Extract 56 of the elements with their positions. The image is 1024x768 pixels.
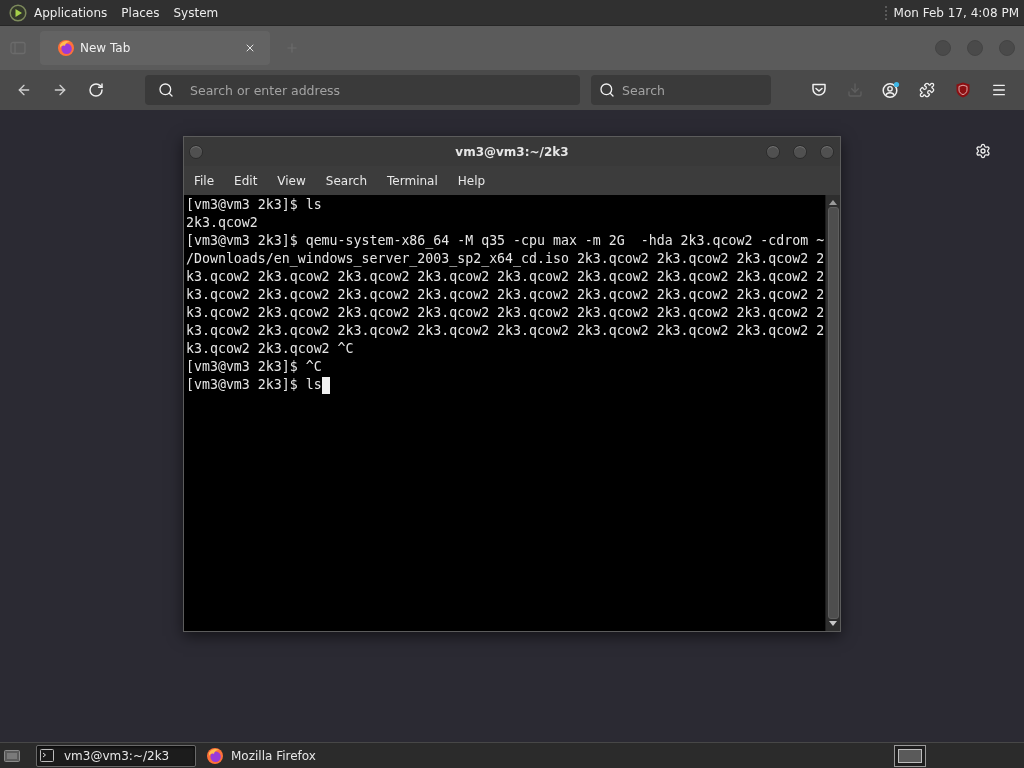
menu-item[interactable]: Help	[447, 168, 496, 193]
workspace-icon	[898, 748, 922, 763]
terminal-line: [vm3@vm3 2k3]$ ls	[186, 196, 322, 214]
desktop-icon	[4, 747, 20, 764]
menu-icon	[991, 82, 1007, 98]
terminal-line: k3.qcow2 2k3.qcow2 2k3.qcow2 2k3.qcow2 2k3.qcow2 2k3.qcow2 2k3.qcow2 2k3.qcow2 2	[186, 322, 825, 340]
browser-tab[interactable]: New Tab	[40, 31, 270, 65]
menu-item[interactable]: Terminal	[377, 168, 448, 193]
forward-arrow-icon	[52, 82, 68, 98]
minimize-button[interactable]	[766, 144, 780, 159]
terminal-line: [vm3@vm3 2k3]$ ^C	[186, 358, 322, 376]
scrollbar-thumb[interactable]	[827, 207, 839, 619]
scrollbar[interactable]	[825, 195, 840, 631]
settings-icon	[975, 143, 991, 159]
terminal-line: [vm3@vm3 2k3]$ ls	[186, 376, 322, 394]
account-icon	[882, 81, 900, 99]
taskbar-label: vm3@vm3:~/2k3	[64, 747, 170, 765]
firefox-icon	[207, 747, 223, 764]
clock[interactable]: Mon Feb 17, 4:08 PM	[893, 3, 1019, 22]
reload-icon	[88, 82, 104, 98]
taskbar-button[interactable]: Mozilla Firefox	[205, 744, 370, 767]
scroll-up-icon[interactable]	[829, 200, 837, 205]
close-button[interactable]	[820, 144, 834, 159]
search-field[interactable]: Search	[591, 75, 771, 105]
close-icon	[244, 42, 256, 54]
panel-menu[interactable]: System	[167, 1, 225, 24]
panel-menu[interactable]: Places	[115, 1, 166, 24]
tab-title: New Tab	[80, 40, 132, 57]
search-icon	[158, 82, 174, 98]
terminal-line: [vm3@vm3 2k3]$ qemu-system-x86_64 -M q35 -cpu max -m 2G -hda 2k3.qcow2 -cdrom ~	[186, 232, 825, 250]
terminal-line: k3.qcow2 2k3.qcow2 2k3.qcow2 2k3.qcow2 2k3.qcow2 2k3.qcow2 2k3.qcow2 2k3.qcow2 2	[186, 286, 825, 304]
menu-item[interactable]: File	[184, 168, 225, 193]
terminal-line: 2k3.qcow2	[186, 214, 258, 232]
search-icon	[599, 82, 615, 98]
menu-item[interactable]: View	[267, 168, 316, 193]
address-field[interactable]: Search or enter address	[145, 75, 580, 105]
window-title: vm3@vm3:~/2k3	[455, 143, 569, 161]
pocket-icon	[811, 82, 827, 98]
show-desktop-button[interactable]	[4, 747, 20, 764]
scroll-down-icon[interactable]	[829, 621, 837, 626]
workspace-switcher[interactable]	[894, 744, 926, 767]
terminal-line: /Downloads/en_windows_server_2003_sp2_x64_cd.iso 2k3.qcow2 2k3.qcow2 2k3.qcow2 2	[186, 250, 825, 268]
taskbar-button[interactable]: vm3@vm3:~/2k3	[36, 744, 196, 767]
terminal-line: k3.qcow2 2k3.qcow2 2k3.qcow2 2k3.qcow2 2k3.qcow2 2k3.qcow2 2k3.qcow2 2k3.qcow2 2	[186, 304, 825, 322]
distro-logo-icon[interactable]	[9, 3, 27, 22]
panel-handle-icon	[884, 5, 887, 20]
shield-icon	[956, 82, 970, 98]
panel-menu[interactable]: Applications	[28, 1, 114, 24]
menu-item[interactable]: Search	[315, 168, 378, 193]
menu-item[interactable]: Edit	[224, 168, 268, 193]
terminal-icon	[40, 749, 54, 762]
puzzle-icon	[919, 82, 935, 98]
terminal-line: k3.qcow2 2k3.qcow2 ^C	[186, 340, 354, 358]
terminal-line: k3.qcow2 2k3.qcow2 2k3.qcow2 2k3.qcow2 2k3.qcow2 2k3.qcow2 2k3.qcow2 2k3.qcow2 2	[186, 268, 825, 286]
taskbar-label: Mozilla Firefox	[231, 747, 316, 765]
firefox-icon	[58, 40, 74, 56]
